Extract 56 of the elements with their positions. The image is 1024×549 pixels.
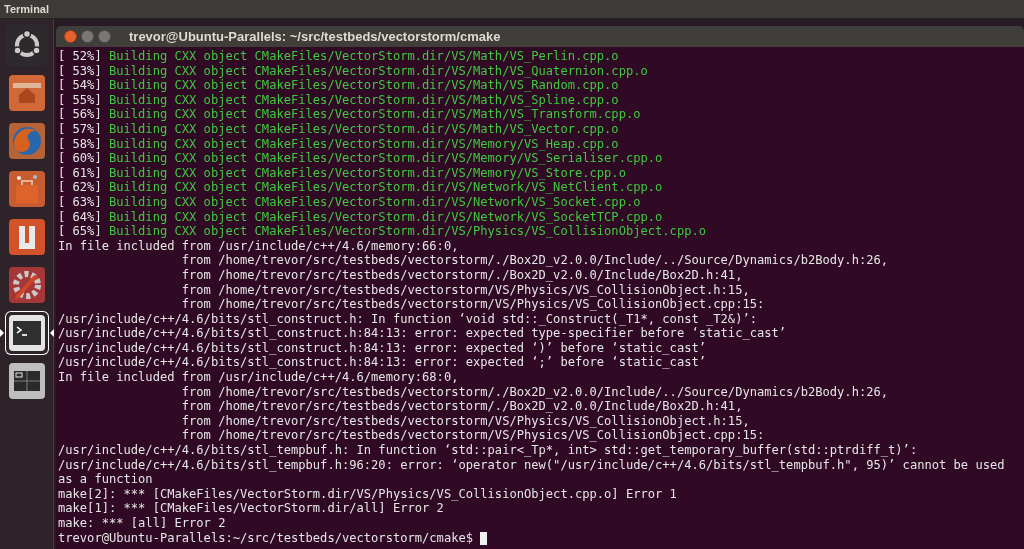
progress-text: [ 65%]	[58, 224, 102, 239]
output-line: from /home/trevor/src/testbeds/vectorstorm/./Box2D_v2.0.0/Include/../Source/Dynamics/b2Body.h:26,	[180, 384, 889, 400]
build-line: Building CXX object CMakeFiles/VectorStorm.dir/VS/Math/VS_Perlin.cpp.o	[108, 49, 619, 64]
output-line: /usr/include/c++/4.6/bits/stl_tempbuf.h: In function ‘std::pair<_Tp*, int> std::get_temporary_buffer(std::ptrdiff_t)’:	[58, 443, 918, 458]
close-button[interactable]	[64, 30, 77, 43]
terminal-icon[interactable]	[5, 312, 48, 354]
build-line: Building CXX object CMakeFiles/VectorStorm.dir/VS/Math/VS_Transform.cpp.o	[108, 107, 641, 122]
output-line: /usr/include/c++/4.6/bits/stl_tempbuf.h:96:20: error: ‘operator new("/usr/include/c++/4.6/bits/stl_tempbuf.h", 95)’ cannot be used	[58, 457, 1005, 473]
output-line: make: *** [all] Error 2	[58, 516, 226, 531]
window-title: trevor@Ubuntu-Parallels: ~/src/testbeds/vectorstorm/cmake	[129, 27, 501, 46]
shell-prompt: trevor@Ubuntu-Parallels:~/src/testbeds/vectorstorm/cmake$	[58, 530, 474, 546]
progress-text: [ 60%]	[58, 151, 102, 166]
progress-text: [ 57%]	[58, 121, 102, 137]
build-line: Building CXX object CMakeFiles/VectorStorm.dir/VS/Network/VS_SocketTCP.cpp.o	[108, 209, 663, 225]
progress-text: [ 52%]	[58, 49, 102, 64]
build-line: Building CXX object CMakeFiles/VectorStorm.dir/VS/Network/VS_Socket.cpp.o	[108, 194, 641, 210]
running-indicator-icon	[0, 329, 4, 337]
output-line: In file included from /usr/include/c++/4.6/memory:66:0,	[58, 238, 459, 254]
build-line: Building CXX object CMakeFiles/VectorStorm.dir/VS/Network/VS_NetClient.cpp.o	[108, 180, 663, 195]
progress-text: [ 62%]	[58, 180, 102, 195]
build-line: Building CXX object CMakeFiles/VectorStorm.dir/VS/Math/VS_Vector.cpp.o	[108, 121, 619, 137]
output-line: from /home/trevor/src/testbeds/vectorstorm/VS/Physics/VS_CollisionObject.h:15,	[180, 413, 750, 429]
minimize-button[interactable]	[81, 30, 94, 43]
output-line: In file included from /usr/include/c++/4.6/memory:68:0,	[58, 370, 459, 385]
progress-text: [ 64%]	[58, 209, 102, 225]
progress-text: [ 55%]	[58, 92, 102, 108]
progress-text: [ 61%]	[58, 165, 102, 181]
output-line: as a function	[58, 472, 153, 487]
output-line: /usr/include/c++/4.6/bits/stl_construct.h:84:13: error: expected ‘)’ before ‘static_cast’	[58, 340, 706, 356]
build-line: Building CXX object CMakeFiles/VectorStorm.dir/VS/Math/VS_Spline.cpp.o	[108, 92, 619, 108]
output-line: from /home/trevor/src/testbeds/vectorstorm/./Box2D_v2.0.0/Include/Box2D.h:41,	[180, 267, 743, 283]
progress-text: [ 54%]	[58, 78, 102, 93]
output-line: from /home/trevor/src/testbeds/vectorstorm/VS/Physics/VS_CollisionObject.cpp:15:	[180, 297, 765, 312]
output-line: make[2]: *** [CMakeFiles/VectorStorm.dir/VS/Physics/VS_CollisionObject.cpp.o] Error 1	[58, 486, 677, 502]
output-line: /usr/include/c++/4.6/bits/stl_construct.h: In function ‘void std::_Construct(_T1*, const _T2&)’:	[58, 311, 757, 327]
output-line: from /home/trevor/src/testbeds/vectorstorm/./Box2D_v2.0.0/Include/Box2D.h:41,	[180, 399, 743, 414]
output-line: from /home/trevor/src/testbeds/vectorstorm/VS/Physics/VS_CollisionObject.h:15,	[180, 282, 750, 298]
build-line: Building CXX object CMakeFiles/VectorStorm.dir/VS/Physics/VS_CollisionObject.cpp.o	[108, 224, 706, 239]
output-line: /usr/include/c++/4.6/bits/stl_construct.h:84:13: error: expected ‘;’ before ‘static_cast’	[58, 355, 706, 371]
build-line: Building CXX object CMakeFiles/VectorStorm.dir/VS/Memory/VS_Serialiser.cpp.o	[108, 151, 663, 166]
build-line: Building CXX object CMakeFiles/VectorStorm.dir/VS/Memory/VS_Heap.cpp.o	[108, 136, 619, 152]
output-line: /usr/include/c++/4.6/bits/stl_construct.h:84:13: error: expected type-specifier before ‘static_cast’	[58, 326, 787, 341]
output-line: make[1]: *** [CMakeFiles/VectorStorm.dir/all] Error 2	[58, 501, 444, 516]
progress-text: [ 63%]	[58, 194, 102, 210]
progress-text: [ 53%]	[58, 63, 102, 79]
maximize-button[interactable]	[98, 30, 111, 43]
panel-title: Terminal	[4, 1, 50, 17]
build-line: Building CXX object CMakeFiles/VectorStorm.dir/VS/Math/VS_Quaternion.cpp.o	[108, 63, 648, 79]
progress-text: [ 58%]	[58, 136, 102, 152]
ubuntu-logo-icon[interactable]	[5, 24, 48, 66]
text-cursor	[480, 531, 488, 545]
build-line: Building CXX object CMakeFiles/VectorStorm.dir/VS/Memory/VS_Store.cpp.o	[108, 165, 626, 181]
output-line: from /home/trevor/src/testbeds/vectorstorm/./Box2D_v2.0.0/Include/../Source/Dynamics/b2Body.h:26,	[180, 253, 889, 268]
build-line: Building CXX object CMakeFiles/VectorStorm.dir/VS/Math/VS_Random.cpp.o	[108, 78, 619, 93]
output-line: from /home/trevor/src/testbeds/vectorstorm/VS/Physics/VS_CollisionObject.cpp:15:	[180, 428, 765, 444]
progress-text: [ 56%]	[58, 107, 102, 122]
